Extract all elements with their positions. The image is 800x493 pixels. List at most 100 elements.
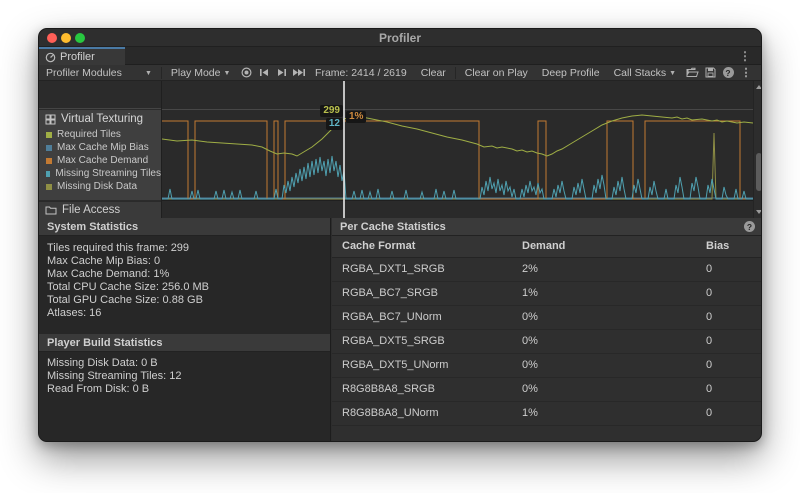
column-header-bias[interactable]: Bias: [706, 240, 729, 252]
save-profile-button[interactable]: [701, 65, 719, 81]
toolbar-separator: [161, 67, 162, 79]
cell-cache-format: RGBA_DXT1_SRGB: [342, 263, 445, 275]
grid-icon: [45, 114, 56, 125]
stat-line: Read From Disk: 0 B: [47, 383, 330, 396]
scrollbar-thumb[interactable]: [756, 153, 762, 191]
scroll-down-arrow-icon[interactable]: [756, 210, 762, 214]
play-mode-dropdown[interactable]: Play Mode ▼: [164, 65, 238, 81]
table-row[interactable]: RGBA_DXT5_SRGB0%0: [332, 330, 762, 354]
prev-frame-button[interactable]: [255, 65, 273, 81]
toolbar-right-group: ? ⋮: [683, 65, 761, 81]
legend-item[interactable]: Required Tiles: [46, 128, 161, 141]
chart-legend: Required Tiles Max Cache Mip Bias Max Cach…: [39, 128, 161, 193]
cell-demand: 1%: [522, 407, 538, 419]
profiler-window: Profiler Profiler ⋮ Profiler Modules ▼ P…: [38, 28, 762, 442]
next-frame-button[interactable]: [273, 65, 291, 81]
legend-item[interactable]: Max Cache Mip Bias: [46, 141, 161, 154]
cell-bias: 0: [706, 335, 712, 347]
legend-label: Max Cache Demand: [57, 155, 148, 166]
column-header-demand[interactable]: Demand: [522, 240, 565, 252]
playhead-required-tiles-label: 299: [320, 105, 343, 117]
table-row[interactable]: RGBA_DXT1_SRGB2%0: [332, 258, 762, 282]
legend-label: Max Cache Mip Bias: [57, 142, 149, 153]
window-title: Profiler: [39, 31, 761, 45]
help-icon: ?: [723, 67, 734, 78]
legend-label: Required Tiles: [57, 129, 121, 140]
chevron-down-icon: ▼: [669, 70, 676, 77]
table-row[interactable]: RGBA_DXT5_UNorm0%0: [332, 354, 762, 378]
profiler-toolbar: Profiler Modules ▼ Play Mode ▼: [39, 65, 761, 81]
clear-on-play-toggle[interactable]: Clear on Play: [458, 65, 535, 81]
cell-cache-format: RGBA_DXT5_SRGB: [342, 335, 445, 347]
virtual-texturing-header[interactable]: Virtual Texturing: [39, 110, 161, 128]
sidebar-top-spacer: [39, 81, 161, 109]
module-details-pane: System Statistics Tiles required this fr…: [39, 218, 761, 442]
profiler-modules-dropdown[interactable]: Profiler Modules ▼: [39, 65, 159, 81]
legend-swatch: [46, 145, 52, 151]
legend-item[interactable]: Missing Streaming Tiles: [46, 167, 161, 180]
toolbar-context-menu[interactable]: ⋮: [737, 65, 755, 81]
clear-button[interactable]: Clear: [414, 65, 453, 81]
legend-item[interactable]: Missing Disk Data: [46, 180, 161, 193]
title-bar[interactable]: Profiler: [39, 29, 761, 47]
stat-line: Total GPU Cache Size: 0.88 GB: [47, 294, 330, 307]
module-sidebar: Virtual Texturing Required Tiles Max Cach…: [39, 81, 162, 218]
module-file-access[interactable]: File Access: [39, 201, 161, 218]
chart-canvas: [162, 81, 753, 218]
table-row[interactable]: RGBA_BC7_SRGB1%0: [332, 282, 762, 306]
scroll-up-arrow-icon[interactable]: [756, 85, 762, 89]
stat-line: Total CPU Cache Size: 256.0 MB: [47, 281, 330, 294]
frame-counter: Frame: 2414 / 2619: [308, 65, 414, 81]
help-button[interactable]: ?: [719, 65, 737, 81]
cell-bias: 0: [706, 263, 712, 275]
series-missing-disk-data: [162, 133, 753, 199]
chart-vertical-scrollbar[interactable]: [753, 81, 762, 218]
module-virtual-texturing[interactable]: Virtual Texturing Required Tiles Max Cach…: [39, 110, 161, 200]
deep-profile-toggle[interactable]: Deep Profile: [535, 65, 607, 81]
chevron-down-icon: ▼: [145, 70, 152, 77]
last-frame-button[interactable]: [290, 65, 308, 81]
table-row[interactable]: R8G8B8A8_UNorm 1% 0: [332, 402, 762, 426]
cell-bias: 0: [706, 407, 712, 419]
series-missing-streaming-tiles: [162, 156, 753, 199]
cell-demand: 0%: [522, 311, 538, 323]
stat-line: Missing Disk Data: 0 B: [47, 357, 330, 370]
cell-cache-format: RGBA_BC7_UNorm: [342, 311, 442, 323]
record-button[interactable]: [237, 65, 255, 81]
stat-line: Tiles required this frame: 299: [47, 242, 330, 255]
tab-profiler[interactable]: Profiler: [39, 47, 125, 65]
table-row[interactable]: RGBA_BC7_UNorm0%0: [332, 306, 762, 330]
table-row[interactable]: R8G8B8A8_SRGB0%0: [332, 378, 762, 402]
virtual-texturing-chart[interactable]: 299 12 1%: [162, 81, 753, 218]
help-icon[interactable]: ?: [744, 221, 755, 232]
cell-demand: 0%: [522, 383, 538, 395]
next-frame-icon: [277, 68, 287, 77]
open-folder-icon: [686, 67, 699, 78]
cell-cache-format: R8G8B8A8_SRGB: [342, 383, 435, 395]
table-body: RGBA_DXT1_SRGB2%0RGBA_BC7_SRGB1%0RGBA_BC…: [332, 258, 762, 426]
tab-context-menu-icon[interactable]: ⋮: [739, 49, 751, 63]
column-header-cache-format[interactable]: Cache Format: [342, 240, 415, 252]
per-cache-statistics-panel: Per Cache Statistics ? Cache Format Dema…: [332, 218, 762, 442]
panel-title: Per Cache Statistics: [340, 221, 446, 233]
load-profile-button[interactable]: [683, 65, 701, 81]
playhead[interactable]: [343, 81, 345, 218]
panel-title: Player Build Statistics: [47, 337, 163, 349]
stat-line: Atlases: 16: [47, 307, 330, 320]
chevron-down-icon: ▼: [223, 70, 230, 77]
module-title: Virtual Texturing: [61, 113, 143, 125]
legend-label: Missing Disk Data: [57, 181, 137, 192]
cell-cache-format: R8G8B8A8_UNorm: [342, 407, 439, 419]
player-build-statistics-header: Player Build Statistics: [39, 334, 330, 352]
legend-swatch: [46, 184, 52, 190]
legend-label: Missing Streaming Tiles: [55, 168, 161, 179]
module-title: File Access: [62, 204, 120, 216]
playhead-missing-tiles-label: 12: [326, 118, 343, 130]
legend-swatch: [46, 132, 52, 138]
player-build-statistics-lines: Missing Disk Data: 0 BMissing Streaming …: [39, 357, 330, 396]
cell-cache-format: RGBA_BC7_SRGB: [342, 287, 438, 299]
call-stacks-dropdown[interactable]: Call Stacks ▼: [607, 65, 683, 81]
cell-demand: 0%: [522, 359, 538, 371]
legend-swatch: [46, 158, 52, 164]
legend-item[interactable]: Max Cache Demand: [46, 154, 161, 167]
